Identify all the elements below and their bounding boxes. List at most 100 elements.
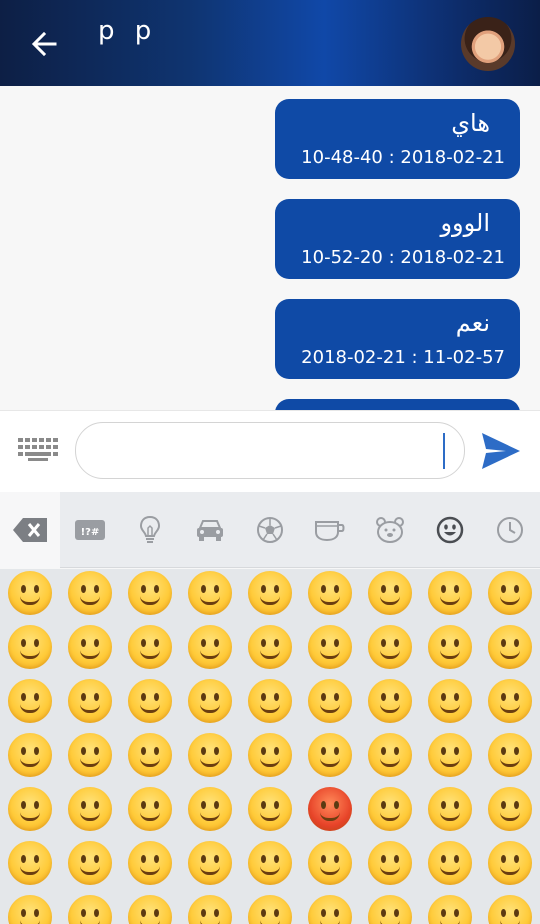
emoji-item[interactable] xyxy=(488,625,532,669)
emoji-item[interactable] xyxy=(188,895,232,924)
emoji-item[interactable] xyxy=(488,733,532,777)
emoji-eye xyxy=(274,585,279,593)
emoji-eye xyxy=(321,585,326,593)
emoji-item[interactable] xyxy=(428,571,472,615)
emoji-item[interactable] xyxy=(188,625,232,669)
emoji-item[interactable] xyxy=(128,733,172,777)
emoji-item[interactable] xyxy=(188,679,232,723)
emoji-item[interactable] xyxy=(128,571,172,615)
message-bubble[interactable]: هاي 10-48-40 : 2018-02-21 xyxy=(275,99,520,179)
emoji-item[interactable] xyxy=(248,679,292,723)
emoji-item[interactable] xyxy=(308,625,352,669)
emoji-item[interactable] xyxy=(128,625,172,669)
emoji-category-bar: !?# xyxy=(0,492,540,568)
emoji-item[interactable] xyxy=(68,571,112,615)
emoji-eye xyxy=(381,855,386,863)
text-caret xyxy=(443,433,445,469)
emoji-item[interactable] xyxy=(368,571,412,615)
tab-food[interactable] xyxy=(300,492,360,568)
emoji-item[interactable] xyxy=(68,787,112,831)
emoji-item[interactable] xyxy=(188,571,232,615)
emoji-item[interactable] xyxy=(248,841,292,885)
emoji-eye xyxy=(21,909,26,917)
tab-activities[interactable] xyxy=(240,492,300,568)
emoji-mouth xyxy=(200,650,220,659)
emoji-item[interactable] xyxy=(248,895,292,924)
emoji-eye xyxy=(81,585,86,593)
emoji-item[interactable] xyxy=(368,679,412,723)
tab-objects[interactable] xyxy=(120,492,180,568)
emoji-item[interactable] xyxy=(128,787,172,831)
emoji-eye xyxy=(214,909,219,917)
emoji-item[interactable] xyxy=(368,787,412,831)
emoji-item[interactable] xyxy=(128,895,172,924)
tab-travel[interactable] xyxy=(180,492,240,568)
emoji-item[interactable] xyxy=(428,679,472,723)
message-list[interactable]: هاي 10-48-40 : 2018-02-21 الووو 10-52-20… xyxy=(0,86,540,410)
emoji-item[interactable] xyxy=(68,679,112,723)
send-icon[interactable] xyxy=(480,431,522,471)
emoji-item[interactable] xyxy=(248,625,292,669)
message-input[interactable] xyxy=(75,422,465,479)
emoji-item[interactable] xyxy=(368,895,412,924)
emoji-item[interactable] xyxy=(248,787,292,831)
emoji-mouth xyxy=(500,920,520,924)
emoji-item[interactable] xyxy=(488,895,532,924)
emoji-item[interactable] xyxy=(68,841,112,885)
emoji-item[interactable] xyxy=(68,625,112,669)
emoji-item[interactable] xyxy=(428,625,472,669)
emoji-item[interactable] xyxy=(8,679,52,723)
emoji-eye xyxy=(501,747,506,755)
keyboard-icon[interactable] xyxy=(18,438,60,462)
emoji-eye xyxy=(141,855,146,863)
message-bubble[interactable]: الووو 10-52-20 : 2018-02-21 xyxy=(275,199,520,279)
emoji-item[interactable] xyxy=(308,787,352,831)
contact-avatar[interactable] xyxy=(461,17,515,71)
emoji-item[interactable] xyxy=(188,787,232,831)
emoji-eye xyxy=(501,585,506,593)
emoji-item[interactable] xyxy=(308,733,352,777)
emoji-item[interactable] xyxy=(8,625,52,669)
tab-smileys[interactable] xyxy=(420,492,480,568)
emoji-item[interactable] xyxy=(428,787,472,831)
emoji-eye xyxy=(334,693,339,701)
emoji-eye xyxy=(454,585,459,593)
emoji-item[interactable] xyxy=(188,841,232,885)
emoji-item[interactable] xyxy=(68,895,112,924)
tab-symbols[interactable]: !?# xyxy=(60,492,120,568)
emoji-item[interactable] xyxy=(488,787,532,831)
emoji-item[interactable] xyxy=(128,679,172,723)
emoji-item[interactable] xyxy=(188,733,232,777)
emoji-item[interactable] xyxy=(428,841,472,885)
emoji-item[interactable] xyxy=(488,841,532,885)
emoji-item[interactable] xyxy=(128,841,172,885)
emoji-item[interactable] xyxy=(8,841,52,885)
backspace-button[interactable] xyxy=(0,492,60,568)
emoji-item[interactable] xyxy=(368,733,412,777)
tab-recent[interactable] xyxy=(480,492,540,568)
emoji-item[interactable] xyxy=(308,679,352,723)
emoji-item[interactable] xyxy=(368,625,412,669)
emoji-eye xyxy=(34,909,39,917)
emoji-item[interactable] xyxy=(248,571,292,615)
emoji-item[interactable] xyxy=(68,733,112,777)
message-bubble[interactable]: نعم 2018-02-21 : 11-02-57 xyxy=(275,299,520,379)
emoji-eye xyxy=(321,747,326,755)
emoji-item[interactable] xyxy=(8,895,52,924)
message-bubble[interactable] xyxy=(275,399,520,410)
emoji-item[interactable] xyxy=(368,841,412,885)
emoji-item[interactable] xyxy=(248,733,292,777)
emoji-item[interactable] xyxy=(308,895,352,924)
emoji-item[interactable] xyxy=(308,571,352,615)
emoji-item[interactable] xyxy=(8,787,52,831)
emoji-item[interactable] xyxy=(8,571,52,615)
emoji-item[interactable] xyxy=(428,733,472,777)
emoji-item[interactable] xyxy=(488,679,532,723)
back-button[interactable] xyxy=(26,26,62,62)
emoji-item[interactable] xyxy=(308,841,352,885)
emoji-item[interactable] xyxy=(428,895,472,924)
tab-nature[interactable] xyxy=(360,492,420,568)
emoji-item[interactable] xyxy=(8,733,52,777)
emoji-item[interactable] xyxy=(488,571,532,615)
emoji-eye xyxy=(21,855,26,863)
